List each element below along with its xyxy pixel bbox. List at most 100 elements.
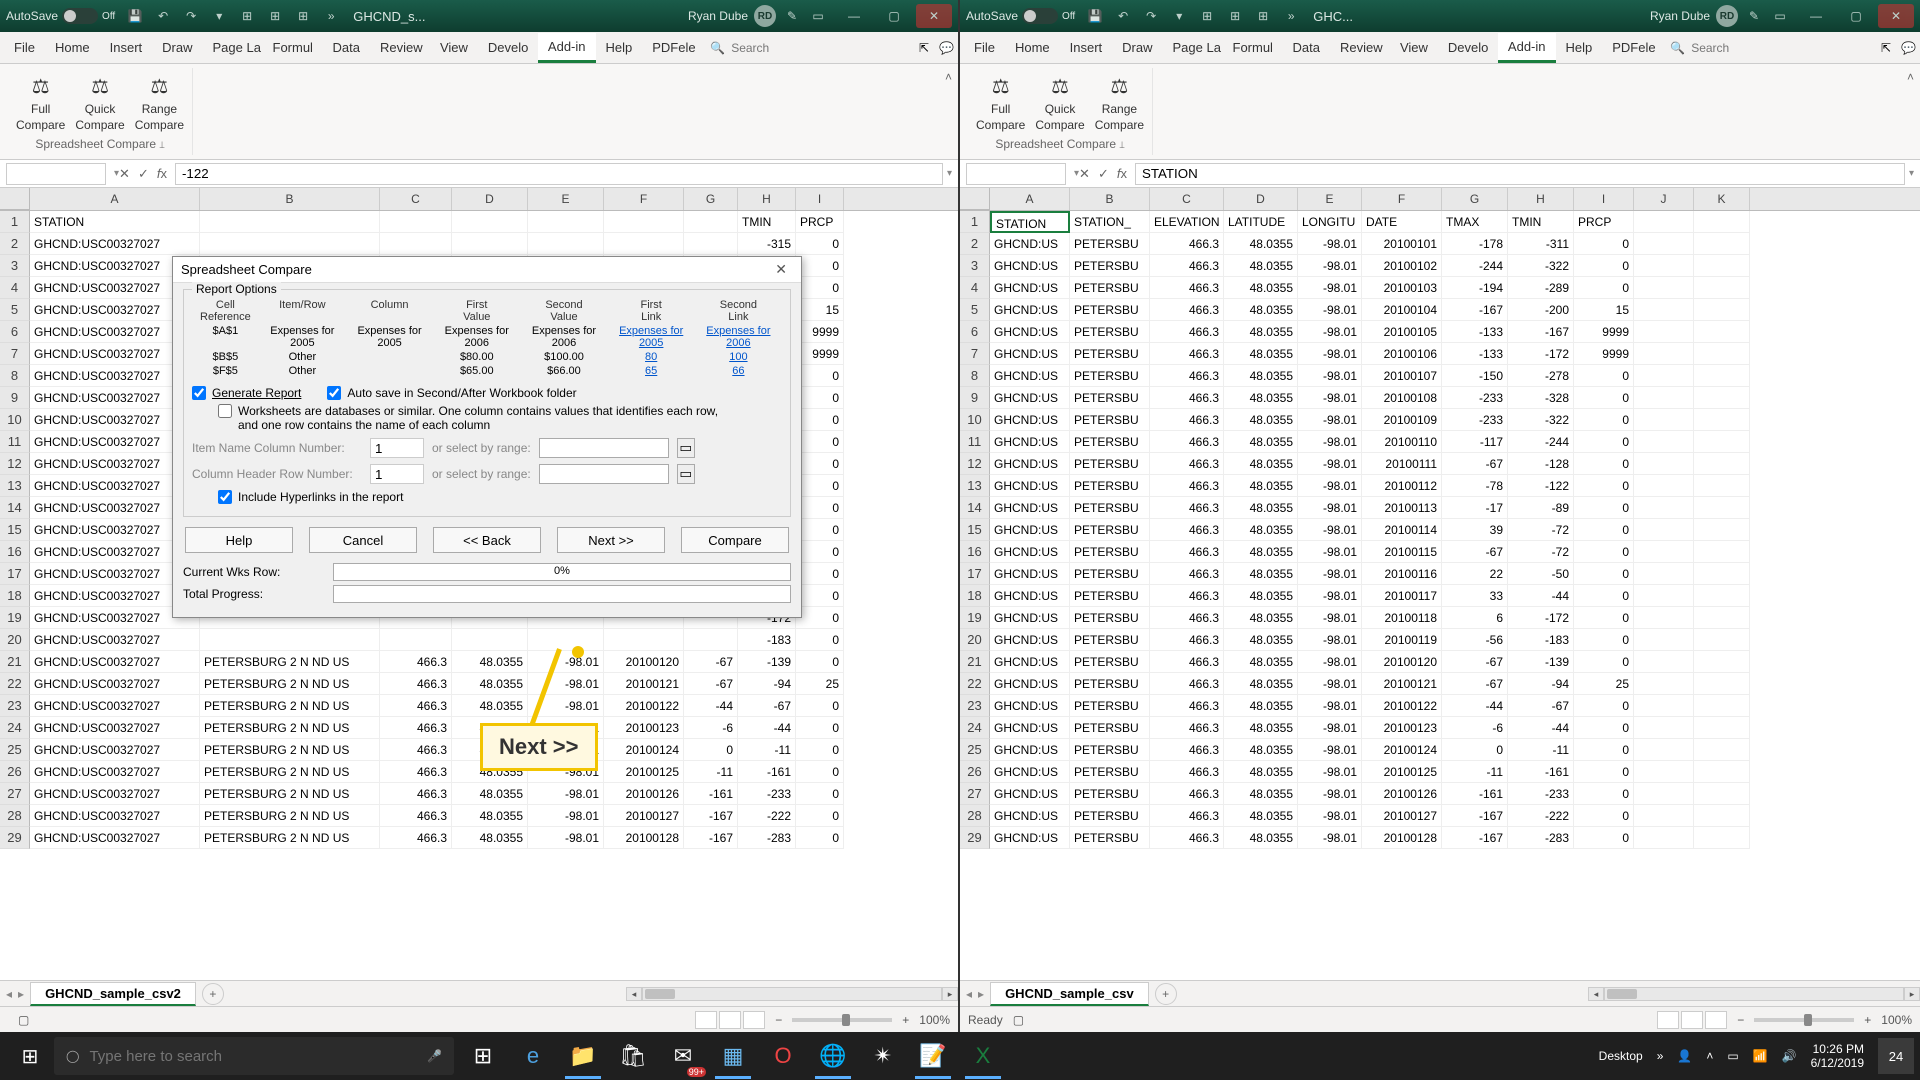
cell[interactable]: -98.01 — [1298, 695, 1362, 717]
cell[interactable]: 20100123 — [1362, 717, 1442, 739]
row-header-1[interactable]: 1 — [960, 211, 990, 233]
cell[interactable]: PETERSBU — [1070, 431, 1150, 453]
cell[interactable]: GHCND:US — [990, 321, 1070, 343]
cell[interactable] — [1694, 497, 1750, 519]
cell[interactable]: 20100118 — [1362, 607, 1442, 629]
cell[interactable]: 48.0355 — [1224, 321, 1298, 343]
cell[interactable]: 20100108 — [1362, 387, 1442, 409]
cell[interactable]: 0 — [796, 497, 844, 519]
cell[interactable] — [1634, 673, 1694, 695]
cell[interactable]: STATION_ — [1070, 211, 1150, 233]
cell[interactable]: GHCND:US — [990, 233, 1070, 255]
cell[interactable]: 20100107 — [1362, 365, 1442, 387]
tab-add-in[interactable]: Add-in — [538, 33, 596, 63]
cell[interactable]: 466.3 — [380, 739, 452, 761]
cell[interactable]: 0 — [796, 431, 844, 453]
row-header-29[interactable]: 29 — [0, 827, 30, 849]
cell[interactable]: 466.3 — [380, 717, 452, 739]
cell[interactable]: 466.3 — [1150, 695, 1224, 717]
cell[interactable]: 48.0355 — [1224, 563, 1298, 585]
tray-chevron-icon[interactable]: ˄ — [1706, 1049, 1713, 1063]
opera-icon[interactable]: O — [760, 1033, 806, 1079]
ribbon-options-icon[interactable]: ▭ — [808, 6, 828, 26]
cell[interactable]: PETERSBU — [1070, 519, 1150, 541]
cell[interactable]: -167 — [684, 805, 738, 827]
cell[interactable]: 466.3 — [1150, 343, 1224, 365]
cell[interactable]: 466.3 — [1150, 453, 1224, 475]
cell[interactable]: -98.01 — [528, 783, 604, 805]
cell[interactable]: PETERSBURG 2 N ND US — [200, 695, 380, 717]
cell[interactable] — [1694, 607, 1750, 629]
qat-overflow-icon[interactable]: » — [1281, 6, 1301, 26]
cell[interactable] — [1634, 519, 1694, 541]
cell[interactable] — [1634, 255, 1694, 277]
cell[interactable]: 48.0355 — [452, 695, 528, 717]
cell[interactable]: -283 — [1508, 827, 1574, 849]
cell[interactable]: 0 — [796, 629, 844, 651]
tab-formul[interactable]: Formul — [263, 34, 323, 61]
cell[interactable]: -283 — [738, 827, 796, 849]
qat-more-icon[interactable]: ▾ — [209, 6, 229, 26]
cell[interactable]: 0 — [1574, 651, 1634, 673]
cell[interactable]: 466.3 — [1150, 651, 1224, 673]
name-box[interactable] — [966, 163, 1066, 185]
tab-file[interactable]: File — [964, 34, 1005, 61]
ribbon-quick-compare[interactable]: ⚖ QuickCompare — [75, 72, 124, 132]
cell[interactable]: 466.3 — [1150, 497, 1224, 519]
cell[interactable]: -322 — [1508, 409, 1574, 431]
row-header-7[interactable]: 7 — [0, 343, 30, 365]
cell[interactable]: -311 — [1508, 233, 1574, 255]
cell[interactable]: 466.3 — [1150, 277, 1224, 299]
row-header-2[interactable]: 2 — [0, 233, 30, 255]
cell[interactable]: 20100122 — [604, 695, 684, 717]
cell[interactable]: 48.0355 — [1224, 805, 1298, 827]
save-icon[interactable]: 💾 — [125, 6, 145, 26]
row-header-28[interactable]: 28 — [960, 805, 990, 827]
row-header-3[interactable]: 3 — [0, 255, 30, 277]
cell[interactable]: GHCND:US — [990, 343, 1070, 365]
row-header-21[interactable]: 21 — [960, 651, 990, 673]
ribbon-full-compare[interactable]: ⚖ FullCompare — [16, 72, 65, 132]
cell[interactable] — [1694, 563, 1750, 585]
row-header-17[interactable]: 17 — [0, 563, 30, 585]
redo-icon[interactable]: ↷ — [1141, 6, 1161, 26]
cell[interactable]: GHCND:US — [990, 651, 1070, 673]
cell[interactable]: GHCND:US — [990, 585, 1070, 607]
cell[interactable]: 20100110 — [1362, 431, 1442, 453]
cell[interactable]: -67 — [1442, 453, 1508, 475]
cell[interactable]: 48.0355 — [1224, 673, 1298, 695]
cell[interactable] — [1694, 409, 1750, 431]
cell[interactable]: -50 — [1508, 563, 1574, 585]
row-header-20[interactable]: 20 — [0, 629, 30, 651]
cell[interactable]: 20100111 — [1362, 453, 1442, 475]
cell[interactable]: 0 — [1574, 761, 1634, 783]
cell[interactable]: 48.0355 — [1224, 585, 1298, 607]
cell[interactable]: 466.3 — [1150, 365, 1224, 387]
cell[interactable]: 48.0355 — [1224, 541, 1298, 563]
cell[interactable]: PETERSBU — [1070, 541, 1150, 563]
fx-icon[interactable]: fx — [157, 166, 167, 181]
maximize-button[interactable]: ▢ — [876, 4, 912, 28]
cell[interactable] — [1694, 695, 1750, 717]
cell[interactable]: 466.3 — [1150, 739, 1224, 761]
tab-insert[interactable]: Insert — [100, 34, 153, 61]
tray-overflow-icon[interactable]: » — [1657, 1049, 1664, 1063]
cell[interactable] — [1634, 717, 1694, 739]
tab-formul[interactable]: Formul — [1223, 34, 1283, 61]
cell[interactable]: -44 — [1508, 585, 1574, 607]
cell[interactable]: -98.01 — [1298, 233, 1362, 255]
cell[interactable]: -98.01 — [1298, 255, 1362, 277]
cell[interactable] — [1634, 761, 1694, 783]
cell[interactable] — [1634, 585, 1694, 607]
cell[interactable]: 0 — [796, 233, 844, 255]
cell[interactable]: 48.0355 — [1224, 233, 1298, 255]
cell[interactable]: 20100116 — [1362, 563, 1442, 585]
cell[interactable]: 48.0355 — [1224, 387, 1298, 409]
cell[interactable] — [1694, 651, 1750, 673]
row-header-9[interactable]: 9 — [0, 387, 30, 409]
cell[interactable] — [1694, 277, 1750, 299]
tab-pdfele[interactable]: PDFele — [1602, 34, 1662, 61]
cell[interactable]: 466.3 — [1150, 321, 1224, 343]
cell[interactable]: PETERSBURG 2 N ND US — [200, 783, 380, 805]
row-header-12[interactable]: 12 — [0, 453, 30, 475]
